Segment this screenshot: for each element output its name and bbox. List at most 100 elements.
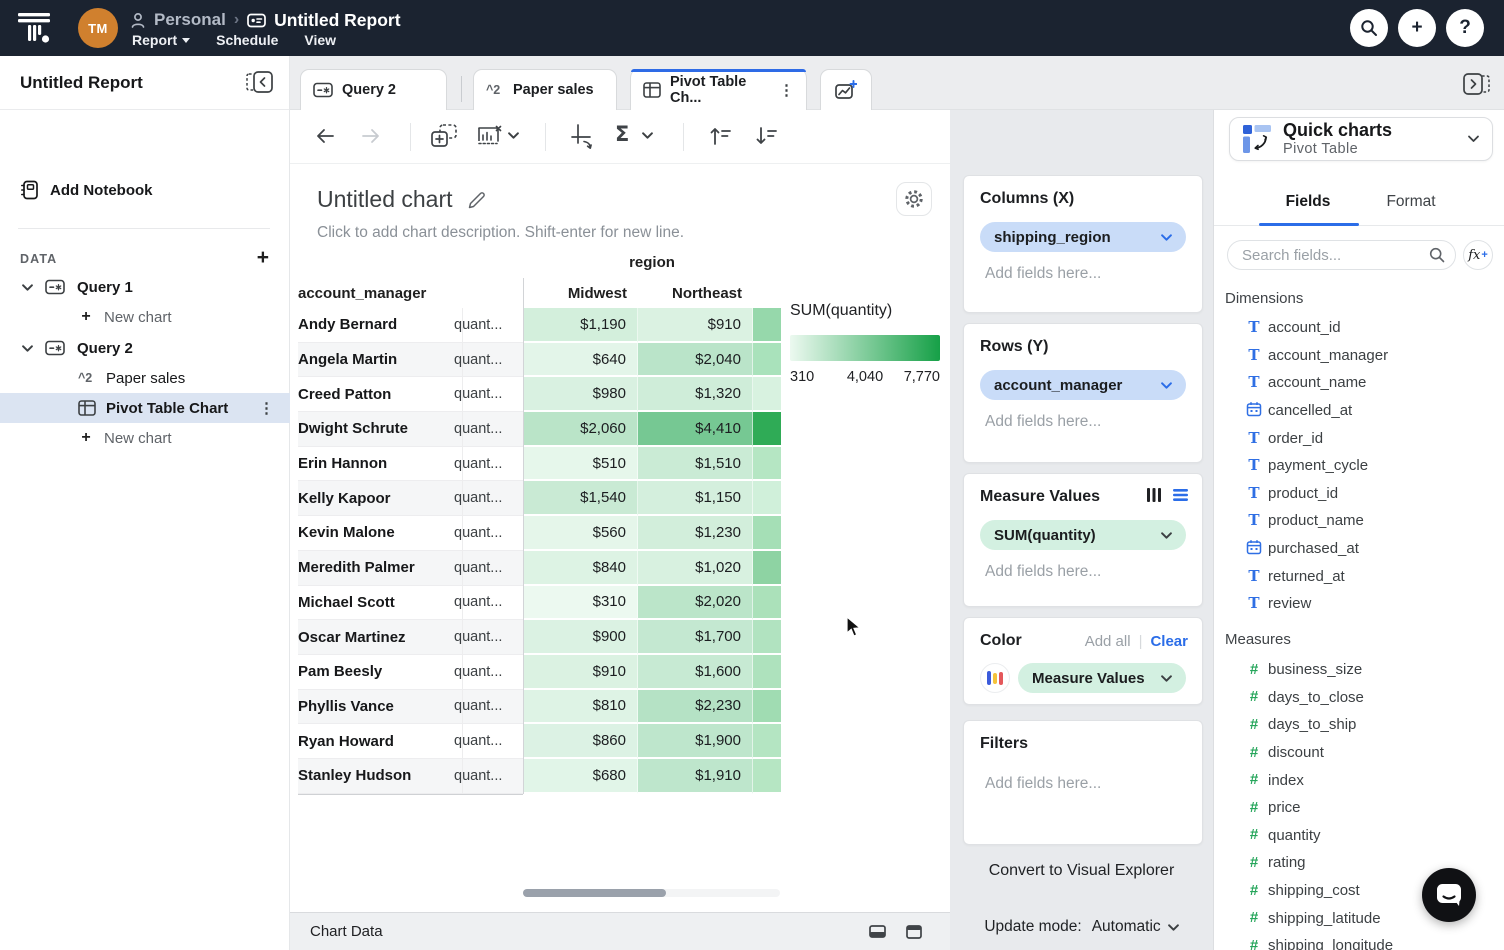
row-label: Michael Scott [298, 586, 454, 620]
chart-title[interactable]: Untitled chart [317, 186, 487, 213]
sidebar-item-new-chart[interactable]: + New chart [0, 302, 290, 332]
sort-descending-button[interactable] [754, 125, 780, 147]
field-item-payment_cycle[interactable]: Tpayment_cycle [1214, 452, 1504, 480]
minimize-panel-icon[interactable] [869, 925, 886, 938]
chevron-down-icon[interactable] [22, 345, 33, 352]
pivot-grid-icon [78, 400, 96, 416]
new-chart-tab-button[interactable] [820, 69, 872, 110]
menu-schedule[interactable]: Schedule [216, 32, 278, 48]
measure-cell-label: quant... [454, 412, 523, 446]
pivot-row: Dwight Schrutequant...$2,060$4,410 [290, 412, 781, 447]
sidebar-item-pivot-table-chart[interactable]: Pivot Table Chart ⋮ [0, 393, 290, 423]
field-item-returned_at[interactable]: Treturned_at [1214, 562, 1504, 590]
color-clear-link[interactable]: Clear [1150, 633, 1188, 650]
field-item-quantity[interactable]: #quantity [1214, 822, 1504, 850]
duplicate-chart-button[interactable] [430, 123, 458, 149]
row-label: Kevin Malone [298, 516, 454, 550]
add-fields-dropzone[interactable]: Add fields here... [980, 265, 1186, 283]
menu-report[interactable]: Report [132, 32, 190, 48]
chart-canvas: Σ Untitled chart Click to add chart desc… [290, 110, 950, 950]
color-field-pill[interactable]: Measure Values [1018, 663, 1186, 693]
field-pill-sum-quantity[interactable]: SUM(quantity) [980, 520, 1186, 550]
field-pill-account-manager[interactable]: account_manager [980, 370, 1186, 400]
workspace-name[interactable]: Personal [154, 10, 226, 30]
chevron-down-icon[interactable] [508, 132, 519, 139]
add-notebook-button[interactable]: Add Notebook [20, 180, 153, 200]
color-palette-icon[interactable] [980, 663, 1010, 693]
sidebar-item-paper-sales[interactable]: ^2 Paper sales [0, 363, 290, 393]
search-fields-input[interactable] [1227, 240, 1456, 270]
chat-support-button[interactable] [1422, 868, 1476, 922]
report-title[interactable]: Untitled Report [274, 10, 400, 31]
field-item-shipping_longitude[interactable]: #shipping_longitude [1214, 932, 1504, 950]
menu-view[interactable]: View [304, 32, 336, 48]
sort-ascending-button[interactable] [708, 125, 734, 147]
field-item-product_id[interactable]: Tproduct_id [1214, 480, 1504, 508]
sidebar-item-new-chart[interactable]: + New chart [0, 423, 290, 453]
clear-chart-button[interactable] [476, 124, 502, 148]
field-item-days_to_ship[interactable]: #days_to_ship [1214, 711, 1504, 739]
help-button[interactable]: ? [1446, 9, 1484, 47]
color-add-all-link[interactable]: Add all [1085, 633, 1131, 650]
add-formula-button[interactable]: fx+ [1463, 240, 1493, 270]
tab-fields[interactable]: Fields [1258, 193, 1358, 211]
tab-format[interactable]: Format [1361, 193, 1461, 211]
tab-kebab-menu-icon[interactable]: ⋮ [779, 81, 794, 99]
sidebar-item-query-1[interactable]: Query 1 [0, 272, 290, 302]
field-item-purchased_at[interactable]: purchased_at [1214, 535, 1504, 563]
add-button[interactable]: + [1398, 9, 1436, 47]
chart-description-placeholder[interactable]: Click to add chart description. Shift-en… [317, 224, 684, 242]
collapse-sidebar-icon[interactable] [246, 71, 273, 93]
add-data-button[interactable]: + [257, 246, 269, 270]
sigma-aggregate-button[interactable]: Σ [615, 122, 629, 146]
field-item-account_manager[interactable]: Taccount_manager [1214, 342, 1504, 370]
search-button[interactable] [1350, 9, 1388, 47]
update-mode-select[interactable]: Automatic [1092, 918, 1179, 936]
columns-layout-icon[interactable] [1147, 488, 1161, 502]
kebab-menu-icon[interactable]: ⋮ [259, 399, 274, 417]
field-item-business_size[interactable]: #business_size [1214, 656, 1504, 684]
add-fields-dropzone[interactable]: Add fields here... [980, 775, 1186, 793]
field-item-product_name[interactable]: Tproduct_name [1214, 507, 1504, 535]
rows-layout-icon[interactable] [1173, 489, 1188, 501]
horizontal-scrollbar-thumb[interactable] [523, 889, 666, 897]
number-field-icon: # [1250, 661, 1258, 678]
table-gridline [462, 308, 463, 794]
field-item-price[interactable]: #price [1214, 794, 1504, 822]
legend-gradient-bar [790, 335, 940, 361]
field-pill-shipping-region[interactable]: shipping_region [980, 222, 1186, 252]
quick-charts-selector[interactable]: Quick charts Pivot Table [1229, 117, 1493, 161]
add-fields-dropzone[interactable]: Add fields here... [980, 413, 1186, 431]
maximize-panel-icon[interactable] [906, 925, 922, 939]
chart-settings-button[interactable] [896, 182, 932, 216]
edit-pencil-icon[interactable] [468, 190, 487, 209]
chevron-down-icon[interactable] [642, 132, 653, 139]
undo-back-button[interactable] [314, 126, 336, 146]
add-fields-dropzone[interactable]: Add fields here... [980, 563, 1186, 581]
field-item-days_to_close[interactable]: #days_to_close [1214, 684, 1504, 712]
avatar[interactable]: TM [78, 8, 118, 48]
measure-cell-label: quant... [454, 586, 523, 620]
chevron-down-icon[interactable] [22, 284, 33, 291]
collapse-right-panel-icon[interactable] [1463, 73, 1490, 95]
app-logo-icon[interactable] [16, 9, 54, 47]
fields-panel: Quick charts Pivot Table Fields Format f… [1213, 110, 1504, 950]
field-item-discount[interactable]: #discount [1214, 739, 1504, 767]
measure-cell-label: quant... [454, 551, 523, 585]
sidebar-item-query-2[interactable]: Query 2 [0, 333, 290, 363]
field-item-order_id[interactable]: Torder_id [1214, 424, 1504, 452]
swap-axes-button[interactable] [570, 123, 596, 150]
convert-to-visual-explorer-button[interactable]: Convert to Visual Explorer [950, 862, 1213, 880]
measure-cell-label: quant... [454, 377, 523, 411]
redo-forward-button[interactable] [360, 126, 382, 146]
field-item-cancelled_at[interactable]: cancelled_at [1214, 397, 1504, 425]
field-item-account_id[interactable]: Taccount_id [1214, 314, 1504, 342]
field-item-review[interactable]: Treview [1214, 590, 1504, 618]
horizontal-scrollbar-track[interactable] [523, 889, 780, 897]
tab-paper-sales[interactable]: ^2 Paper sales [473, 69, 617, 110]
field-item-index[interactable]: #index [1214, 766, 1504, 794]
tab-pivot-table-chart[interactable]: Pivot Table Ch... ⋮ [630, 69, 807, 110]
field-item-account_name[interactable]: Taccount_name [1214, 369, 1504, 397]
chart-data-bar[interactable]: Chart Data [290, 912, 950, 950]
tab-query-2[interactable]: Query 2 [300, 69, 447, 110]
